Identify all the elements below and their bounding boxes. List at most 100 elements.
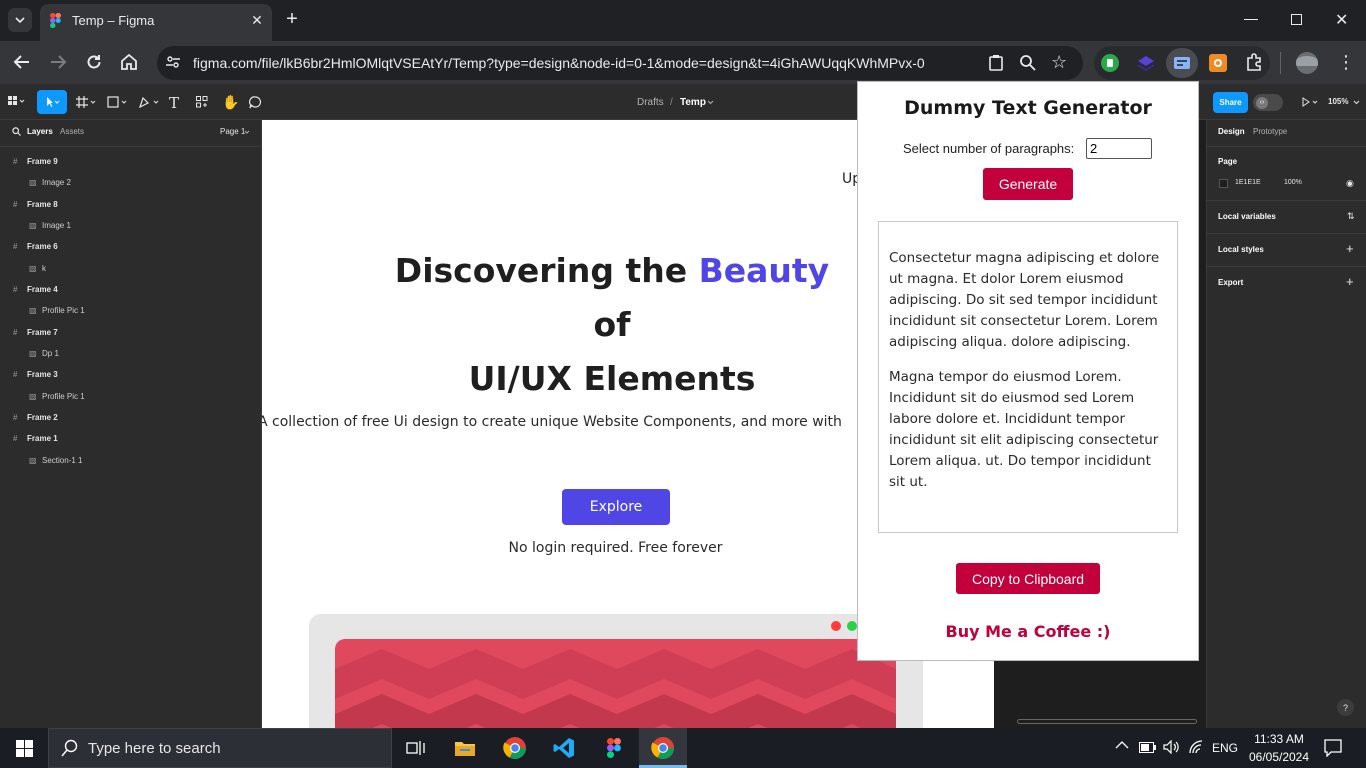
layer-row[interactable]: # Frame 1 bbox=[0, 429, 261, 446]
figma-main-menu-icon[interactable] bbox=[8, 96, 26, 108]
layer-label: Frame 2 bbox=[27, 413, 58, 422]
layer-row[interactable]: # Frame 7 bbox=[0, 323, 261, 340]
add-style-plus-icon[interactable]: + bbox=[1346, 241, 1354, 256]
extensions-puzzle-icon[interactable] bbox=[1245, 53, 1264, 72]
wifi-icon[interactable] bbox=[1188, 740, 1204, 754]
page-opacity-value[interactable]: 100% bbox=[1284, 179, 1302, 186]
extension-layers-icon[interactable] bbox=[1137, 54, 1155, 72]
page-color-swatch[interactable] bbox=[1219, 179, 1228, 188]
dev-mode-toggle[interactable]: ‹› bbox=[1253, 94, 1283, 111]
zoom-level[interactable]: 105% bbox=[1328, 97, 1348, 106]
hand-tool-icon[interactable]: ✋ bbox=[222, 94, 239, 111]
zoom-chevron-icon[interactable] bbox=[1353, 100, 1360, 105]
resources-tool-icon[interactable] bbox=[196, 96, 208, 108]
page-selector[interactable]: Page 1 bbox=[220, 127, 245, 136]
close-tab-icon[interactable]: ✕ bbox=[249, 12, 265, 28]
layer-row[interactable]: # Frame 4 bbox=[0, 280, 261, 297]
chrome-active-taskbar-button[interactable] bbox=[639, 728, 687, 768]
add-export-plus-icon[interactable]: + bbox=[1346, 274, 1354, 289]
layer-row[interactable]: # Frame 8 bbox=[0, 195, 261, 212]
copy-to-clipboard-button[interactable]: Copy to Clipboard bbox=[956, 563, 1100, 594]
restore-icon[interactable] bbox=[1291, 14, 1302, 25]
generated-text-box[interactable]: Consectetur magna adipiscing et dolore u… bbox=[878, 221, 1178, 533]
layer-row[interactable]: ▨ Section-1 1 bbox=[0, 451, 261, 468]
windows-start-button[interactable] bbox=[0, 728, 48, 768]
zoom-icon[interactable] bbox=[1019, 54, 1036, 71]
layer-row[interactable]: # Frame 9 bbox=[0, 152, 261, 169]
buy-me-a-coffee-link[interactable]: Buy Me a Coffee :) bbox=[858, 622, 1198, 641]
reload-icon[interactable] bbox=[85, 53, 103, 71]
layer-label: Image 1 bbox=[42, 221, 71, 230]
rectangle-tool-icon[interactable] bbox=[107, 96, 129, 108]
close-window-icon[interactable]: ✕ bbox=[1335, 10, 1348, 30]
file-explorer-button[interactable] bbox=[441, 728, 489, 768]
task-view-button[interactable] bbox=[392, 728, 440, 768]
canvas-scrollbar[interactable] bbox=[1017, 719, 1197, 724]
layer-label: Profile Pic 1 bbox=[42, 392, 85, 401]
tab-prototype[interactable]: Prototype bbox=[1253, 127, 1287, 136]
vscode-taskbar-button[interactable] bbox=[540, 728, 588, 768]
layer-row[interactable]: ▨ Image 1 bbox=[0, 216, 261, 233]
clock-time[interactable]: 11:33 AM bbox=[1244, 732, 1314, 746]
comment-tool-icon[interactable] bbox=[249, 96, 262, 109]
profile-avatar[interactable] bbox=[1296, 52, 1318, 74]
variables-settings-icon[interactable]: ⇅ bbox=[1347, 211, 1355, 222]
home-icon[interactable] bbox=[120, 53, 138, 71]
layer-search-icon[interactable] bbox=[12, 127, 21, 136]
paragraph-count-input[interactable] bbox=[1086, 138, 1152, 159]
layer-row[interactable]: ▨ Profile Pic 1 bbox=[0, 387, 261, 404]
speaker-icon[interactable] bbox=[1163, 740, 1179, 754]
explore-button[interactable]: Explore bbox=[562, 489, 670, 525]
text-tool-icon[interactable]: T bbox=[169, 94, 179, 112]
frame-layer-icon: # bbox=[13, 370, 18, 379]
layer-label: Frame 6 bbox=[27, 242, 58, 251]
extension-orange-icon[interactable] bbox=[1209, 54, 1227, 72]
extension-green-icon[interactable] bbox=[1101, 54, 1119, 72]
clipboard-icon[interactable] bbox=[988, 54, 1004, 71]
tab-assets[interactable]: Assets bbox=[60, 127, 84, 136]
notifications-icon[interactable] bbox=[1324, 739, 1342, 757]
present-play-icon[interactable] bbox=[1302, 97, 1318, 107]
site-settings-icon[interactable] bbox=[165, 54, 181, 70]
figma-taskbar-button[interactable] bbox=[590, 728, 638, 768]
dummy-text-extension-button[interactable] bbox=[1166, 48, 1198, 78]
tab-layers[interactable]: Layers bbox=[27, 127, 53, 136]
layer-row[interactable]: ▨ Profile Pic 1 bbox=[0, 301, 261, 318]
tab-design[interactable]: Design bbox=[1218, 127, 1245, 136]
show-hidden-icons-icon[interactable] bbox=[1115, 740, 1129, 750]
frame-tool-icon[interactable] bbox=[76, 96, 98, 108]
file-menu-chevron-icon[interactable] bbox=[707, 100, 714, 105]
browser-menu-icon[interactable]: ⋮ bbox=[1337, 52, 1355, 72]
pen-tool-icon[interactable] bbox=[139, 96, 161, 108]
layer-row[interactable]: ▨ Dp 1 bbox=[0, 344, 261, 361]
visibility-eye-icon[interactable]: ◉ bbox=[1346, 178, 1354, 189]
back-icon[interactable] bbox=[13, 54, 31, 70]
page-chevron-icon[interactable] bbox=[244, 130, 250, 134]
share-button[interactable]: Share bbox=[1213, 92, 1248, 113]
bookmark-star-icon[interactable]: ☆ bbox=[1051, 53, 1067, 71]
tab-search-button[interactable] bbox=[8, 8, 32, 32]
layer-row[interactable]: ▨ Image 2 bbox=[0, 173, 261, 190]
forward-icon[interactable] bbox=[49, 54, 67, 70]
language-indicator[interactable]: ENG bbox=[1212, 741, 1238, 755]
file-name[interactable]: Temp bbox=[680, 97, 706, 108]
chrome-taskbar-button[interactable] bbox=[491, 728, 539, 768]
page-color-value[interactable]: 1E1E1E bbox=[1235, 179, 1261, 186]
breadcrumb-drafts[interactable]: Drafts bbox=[637, 97, 664, 108]
layer-row[interactable]: # Frame 6 bbox=[0, 237, 261, 254]
new-tab-button[interactable]: + bbox=[282, 7, 302, 31]
help-button[interactable]: ? bbox=[1337, 699, 1354, 716]
minimize-icon[interactable] bbox=[1244, 11, 1258, 20]
generate-button[interactable]: Generate bbox=[983, 168, 1073, 200]
toolbar-divider bbox=[1280, 52, 1281, 74]
frame-layer-icon: # bbox=[13, 200, 18, 209]
layer-row[interactable]: ▨ k bbox=[0, 259, 261, 276]
url-text: figma.com/file/lkB6br2HmlOMlqtVSEAtYr/Te… bbox=[193, 55, 925, 71]
battery-icon[interactable] bbox=[1139, 742, 1157, 753]
layer-label: Frame 7 bbox=[27, 328, 58, 337]
layer-row[interactable]: # Frame 2 bbox=[0, 408, 261, 425]
clock-date[interactable]: 06/05/2024 bbox=[1244, 750, 1314, 764]
move-tool-button[interactable] bbox=[37, 90, 67, 114]
panel-divider bbox=[1207, 200, 1366, 201]
layer-row[interactable]: # Frame 3 bbox=[0, 365, 261, 382]
